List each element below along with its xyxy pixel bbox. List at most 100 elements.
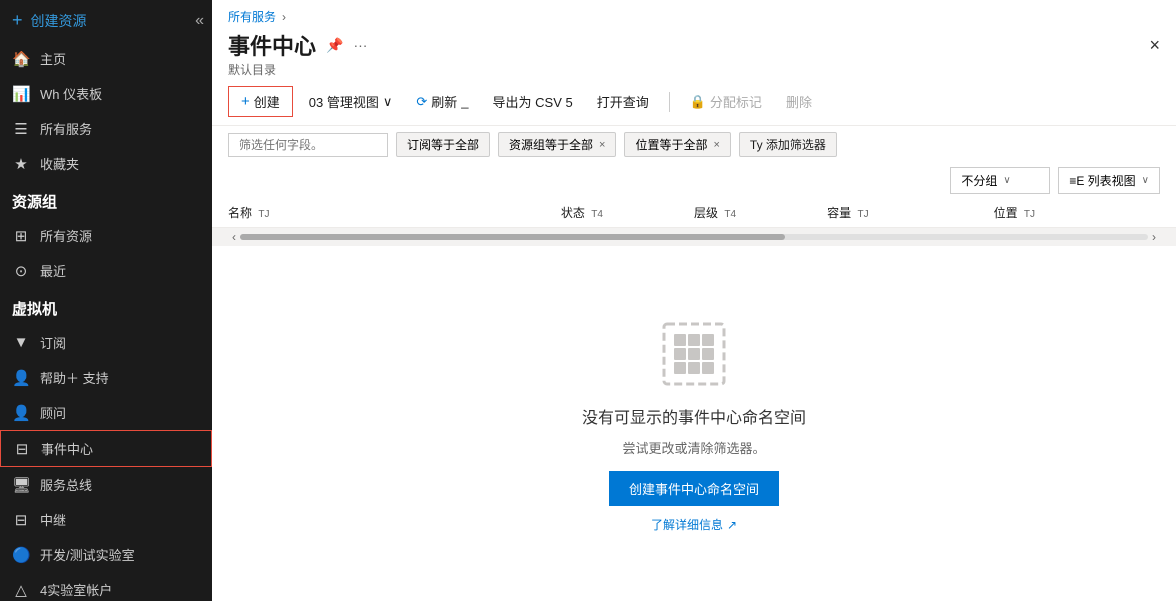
sidebar-item-home[interactable]: 🏠 主页	[0, 41, 212, 76]
sidebar-item-all-services[interactable]: ☰ 所有服务	[0, 111, 212, 146]
filter-tag-resource-group[interactable]: 资源组等于全部 ×	[498, 132, 616, 157]
filter-input[interactable]	[228, 133, 388, 157]
external-link-icon: ↗	[727, 518, 737, 532]
toolbar: + 创建 03 管理视图 ∨ ⟳ 刷新 _ 导出为 CSV 5 打开查询 🔒 分…	[212, 78, 1176, 126]
relay-icon: ⊟	[12, 511, 30, 529]
sidebar-label-home: 主页	[40, 49, 66, 68]
sidebar-label-dev-lab: 开发/测试实验室	[40, 545, 135, 564]
main-content: 所有服务 › 事件中心 📌 ··· × 默认目录 + 创建 03 管理视图 ∨ …	[212, 0, 1176, 601]
group-by-chevron: ∨	[1003, 175, 1010, 186]
sidebar-item-dashboard[interactable]: 📊 Wh 仪表板	[0, 76, 212, 111]
sidebar-section-vm: 虚拟机	[0, 288, 212, 325]
col-name-sort: TJ	[258, 209, 269, 220]
refresh-icon: ⟳	[416, 94, 427, 110]
learn-more-link[interactable]: 了解详细信息 ↗	[651, 516, 737, 533]
col-header-name[interactable]: 名称 TJ	[228, 204, 561, 221]
pin-icon[interactable]: 📌	[326, 37, 343, 54]
sidebar-label-dashboard: Wh 仪表板	[40, 84, 102, 103]
dev-lab-icon: 🔵	[12, 546, 30, 564]
close-button[interactable]: ×	[1149, 35, 1160, 56]
sidebar-item-service-bus[interactable]: 🖥 服务总线	[0, 467, 212, 502]
sidebar-item-favorites[interactable]: ★ 收藏夹	[0, 146, 212, 181]
view-label: ≡E 列表视图	[1069, 172, 1135, 189]
breadcrumb-all-services[interactable]: 所有服务	[228, 8, 276, 25]
more-options-icon[interactable]: ···	[353, 37, 367, 53]
create-button[interactable]: + 创建	[228, 86, 293, 117]
col-header-location[interactable]: 位置 TJ	[994, 204, 1160, 221]
filter-tag-resource-group-close[interactable]: ×	[599, 139, 605, 151]
col-tier-sort: T4	[724, 209, 736, 220]
sidebar-item-all-resources[interactable]: ⊞ 所有资源	[0, 218, 212, 253]
col-capacity-sort: TJ	[858, 209, 869, 220]
open-query-button[interactable]: 打开查询	[589, 87, 657, 116]
sidebar-create-resource[interactable]: + 创建资源	[0, 0, 212, 41]
delete-button[interactable]: 删除	[778, 87, 820, 116]
sidebar-item-help[interactable]: 👤 帮助＋ 支持	[0, 360, 212, 395]
add-filter-label: Ty 添加筛选器	[750, 136, 826, 153]
dashboard-icon: 📊	[12, 85, 30, 103]
sidebar-label-all-resources: 所有资源	[40, 226, 92, 245]
breadcrumb: 所有服务 ›	[212, 0, 1176, 25]
empty-state-icon	[654, 314, 734, 394]
assign-tag-button[interactable]: 🔒 分配标记	[682, 87, 770, 116]
sidebar-item-lab-account[interactable]: △ 4实验室帐户	[0, 572, 212, 601]
learn-more-label: 了解详细信息	[651, 516, 723, 533]
table-header: 名称 TJ 状态 T4 层级 T4 容量 TJ 位置 TJ	[212, 198, 1176, 228]
empty-state: 没有可显示的事件中心命名空间 尝试更改或清除筛选器。 创建事件中心命名空间 了解…	[212, 246, 1176, 601]
col-header-capacity[interactable]: 容量 TJ	[827, 204, 993, 221]
sidebar-label-event-hub: 事件中心	[41, 439, 93, 458]
toolbar-divider	[669, 92, 670, 112]
sidebar-label-all-services: 所有服务	[40, 119, 92, 138]
empty-title: 没有可显示的事件中心命名空间	[582, 404, 806, 428]
col-header-tier[interactable]: 层级 T4	[694, 204, 827, 221]
open-query-label: 打开查询	[597, 92, 649, 111]
export-csv-label: 导出为 CSV 5	[493, 92, 573, 111]
group-by-label: 不分组	[961, 172, 997, 189]
refresh-button[interactable]: ⟳ 刷新 _	[408, 87, 476, 116]
recent-icon: ⊙	[12, 262, 30, 280]
all-resources-icon: ⊞	[12, 227, 30, 245]
col-name-label: 名称	[228, 206, 252, 220]
refresh-label: 刷新	[431, 92, 457, 111]
filter-tag-location[interactable]: 位置等于全部 ×	[624, 132, 730, 157]
empty-subtitle: 尝试更改或清除筛选器。	[622, 438, 765, 457]
help-icon: 👤	[12, 369, 30, 387]
sidebar-item-event-hub[interactable]: ⊟ 事件中心	[0, 430, 212, 467]
filter-tag-location-label: 位置等于全部	[635, 136, 707, 153]
sidebar-section-resource-group: 资源组	[0, 181, 212, 218]
page-title: 事件中心	[228, 29, 316, 61]
sidebar-collapse-button[interactable]: «	[187, 8, 212, 34]
plus-icon: +	[12, 10, 23, 31]
scroll-bar-track[interactable]	[240, 234, 1148, 240]
page-header: 事件中心 📌 ··· ×	[212, 25, 1176, 61]
scroll-bar-row: ‹ ›	[212, 228, 1176, 246]
filter-tag-resource-group-label: 资源组等于全部	[509, 136, 593, 153]
sidebar-label-advisor: 顾问	[40, 403, 66, 422]
page-header-left: 事件中心 📌 ···	[228, 29, 367, 61]
view-dropdown[interactable]: ≡E 列表视图 ∨	[1058, 167, 1160, 194]
service-bus-icon: 🖥	[12, 476, 30, 494]
group-by-dropdown[interactable]: 不分组 ∨	[950, 167, 1050, 194]
filter-tag-location-close[interactable]: ×	[713, 139, 719, 151]
export-csv-button[interactable]: 导出为 CSV 5	[485, 87, 581, 116]
sidebar-label-service-bus: 服务总线	[40, 475, 92, 494]
scroll-right-arrow[interactable]: ›	[1148, 230, 1160, 244]
sidebar-item-dev-lab[interactable]: 🔵 开发/测试实验室	[0, 537, 212, 572]
sidebar-item-subscription[interactable]: ▼ 订阅	[0, 325, 212, 360]
assign-tag-label: 分配标记	[710, 92, 762, 111]
home-icon: 🏠	[12, 50, 30, 68]
lock-icon: 🔒	[690, 94, 706, 110]
add-filter-button[interactable]: Ty 添加筛选器	[739, 132, 837, 157]
scroll-left-arrow[interactable]: ‹	[228, 230, 240, 244]
col-tier-label: 层级	[694, 206, 718, 220]
col-header-status[interactable]: 状态 T4	[561, 204, 694, 221]
create-resource-label: 创建资源	[31, 11, 87, 31]
sidebar-item-recent[interactable]: ⊙ 最近	[0, 253, 212, 288]
subscription-icon: ▼	[12, 334, 30, 351]
manage-view-button[interactable]: 03 管理视图 ∨	[301, 87, 401, 116]
sidebar-item-advisor[interactable]: 👤 顾问	[0, 395, 212, 430]
filter-tag-subscription[interactable]: 订阅等于全部	[396, 132, 490, 157]
create-namespace-button[interactable]: 创建事件中心命名空间	[609, 471, 779, 506]
page-subtitle: 默认目录	[212, 61, 1176, 78]
sidebar-item-relay[interactable]: ⊟ 中继	[0, 502, 212, 537]
